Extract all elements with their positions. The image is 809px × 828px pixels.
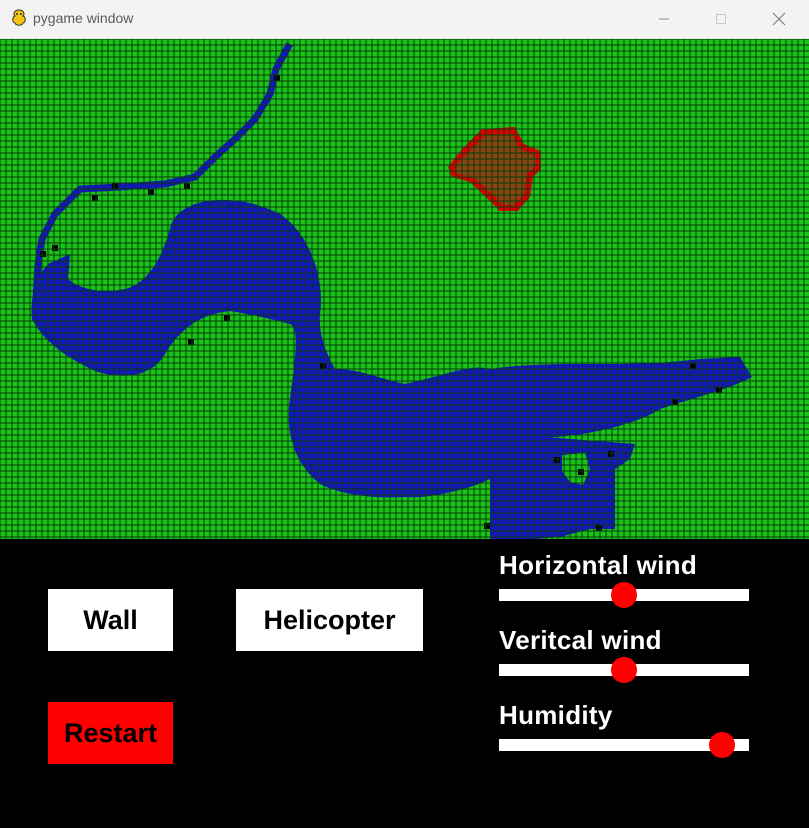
close-icon <box>772 12 786 26</box>
vertical-wind-label: Veritcal wind <box>499 625 662 655</box>
vertical-wind-slider[interactable] <box>499 657 749 683</box>
window-title: pygame window <box>33 10 134 26</box>
humidity-knob[interactable] <box>708 732 735 758</box>
humidity-label: Humidity <box>499 700 613 730</box>
horizontal-wind-label: Horizontal wind <box>499 550 698 580</box>
wall-button[interactable]: Wall <box>48 589 173 651</box>
horizontal-wind-slider[interactable] <box>499 582 749 608</box>
maximize-button[interactable] <box>698 0 744 38</box>
window-titlebar: pygame window <box>0 0 809 39</box>
control-panel: Wall Helicopter Restart Horizontal wind … <box>0 539 809 828</box>
close-button[interactable] <box>756 0 802 38</box>
helicopter-button[interactable]: Helicopter <box>236 589 423 651</box>
simulation-grid[interactable] <box>0 39 809 539</box>
pygame-snake-icon <box>12 9 26 26</box>
humidity-slider[interactable] <box>499 732 749 758</box>
minimize-button[interactable] <box>641 0 687 38</box>
minimize-icon <box>659 18 669 20</box>
terrain-map[interactable] <box>0 39 809 539</box>
horizontal-wind-knob[interactable] <box>611 582 637 608</box>
restart-button[interactable]: Restart <box>48 702 173 764</box>
vertical-wind-knob[interactable] <box>611 657 637 683</box>
grid-lines <box>0 39 809 539</box>
maximize-icon <box>716 14 726 24</box>
